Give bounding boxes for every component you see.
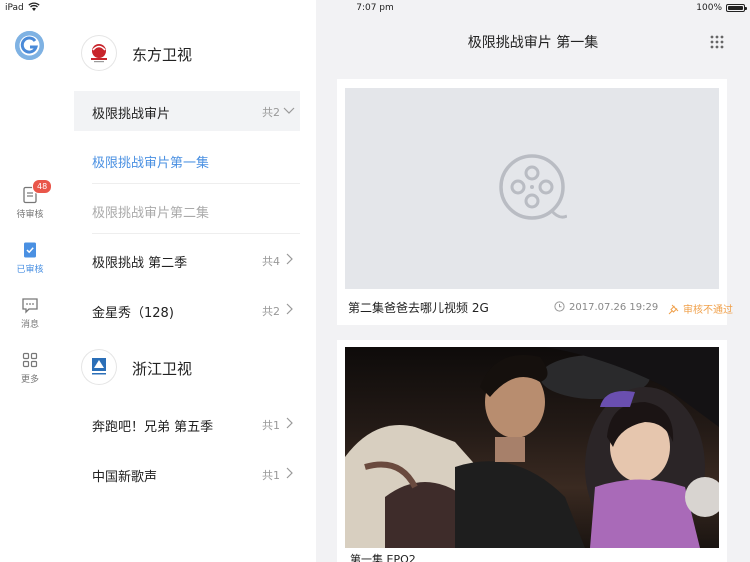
left-nav: 48 待审核 已审核 消息 更多 (0, 0, 60, 562)
zhejiang-logo (82, 350, 116, 384)
program-count: 共1 (262, 469, 280, 482)
program-count: 共4 (262, 255, 280, 268)
channel-name: 东方卫视 (132, 46, 193, 64)
nav-messages[interactable]: 消息 (0, 296, 60, 330)
chat-icon (21, 296, 39, 314)
episode-item-active[interactable]: 极限挑战审片第一集 (92, 136, 300, 184)
checked-document-icon (21, 241, 39, 259)
nav-messages-label: 消息 (20, 320, 39, 330)
dongfang-logo (82, 36, 116, 70)
program-title: 金星秀（128) (92, 306, 174, 321)
nav-more[interactable]: 更多 (0, 351, 60, 385)
pin-icon (668, 304, 679, 315)
nav-more-label: 更多 (20, 375, 39, 385)
grid-icon (21, 351, 39, 369)
episode-title: 极限挑战审片第一集 (92, 156, 210, 171)
status-time: 7:07 pm (356, 3, 394, 13)
main-panel: 极限挑战审片 第一集 第二集爸爸去哪儿视频 2G 2017.07.26 19:2… (316, 0, 750, 562)
status-bar: iPad 7:07 pm 100% (0, 0, 750, 16)
battery-percent: 100% (696, 3, 722, 13)
clock-icon (554, 301, 565, 312)
film-reel-icon (499, 154, 568, 226)
chevron-right-icon (282, 415, 296, 434)
review-status-text: 审核不通过 (683, 305, 733, 316)
program-title: 中国新歌声 (92, 470, 158, 485)
episode-title: 极限挑战审片第二集 (92, 206, 210, 221)
video-card[interactable]: 第二集爸爸去哪儿视频 2G 2017.07.26 19:29 审核不通过 (337, 79, 733, 325)
nav-reviewed[interactable]: 已审核 (0, 241, 60, 275)
chevron-right-icon (282, 301, 296, 320)
review-status: 审核不通过 (668, 301, 733, 316)
grid-menu-icon[interactable] (710, 34, 724, 49)
chevron-right-icon (282, 465, 296, 484)
battery-icon (726, 4, 747, 12)
video-card[interactable]: 第一集 EPO2 (337, 340, 727, 562)
program-count: 共2 (262, 305, 280, 318)
program-count: 共2 (262, 106, 280, 119)
chevron-right-icon (282, 251, 296, 270)
program-title: 极限挑战审片 (92, 107, 171, 122)
chevron-down-icon (282, 102, 296, 121)
page-title: 极限挑战审片 第一集 (467, 35, 599, 51)
channel-header-dongfang: 东方卫视 (82, 36, 282, 72)
nav-reviewed-label: 已审核 (16, 265, 44, 275)
program-count: 共1 (262, 419, 280, 432)
program-row[interactable]: 金星秀（128) 共2 (74, 290, 300, 330)
pending-badge: 48 (32, 179, 53, 194)
nav-pending-label: 待审核 (16, 210, 44, 220)
program-row[interactable]: 奔跑吧！兄弟 第五季 共1 (74, 404, 300, 444)
program-row-expanded[interactable]: 极限挑战审片 共2 (74, 91, 300, 131)
program-row[interactable]: 极限挑战 第二季 共4 (74, 240, 300, 280)
video-title: 第二集爸爸去哪儿视频 2G (348, 301, 489, 315)
video-timestamp: 2017.07.26 19:29 (554, 301, 658, 313)
channel-name: 浙江卫视 (132, 360, 193, 378)
video-title: 第一集 EPO2 (350, 553, 416, 562)
app-logo-icon[interactable] (15, 31, 44, 60)
nav-pending[interactable]: 48 待审核 (0, 179, 60, 220)
program-title: 极限挑战 第二季 (92, 256, 188, 271)
channel-list: 东方卫视 极限挑战审片 共2 极限挑战审片第一集 极限挑战审片第二集 极限挑战 … (60, 0, 314, 562)
program-title: 奔跑吧！兄弟 第五季 (92, 420, 214, 435)
program-row[interactable]: 中国新歌声 共1 (74, 454, 300, 494)
video-thumbnail-placeholder[interactable] (345, 88, 719, 289)
channel-header-zhejiang: 浙江卫视 (82, 350, 282, 386)
video-time-text: 2017.07.26 19:29 (569, 302, 659, 313)
video-thumbnail-photo[interactable] (345, 347, 719, 548)
episode-item[interactable]: 极限挑战审片第二集 (92, 186, 300, 234)
